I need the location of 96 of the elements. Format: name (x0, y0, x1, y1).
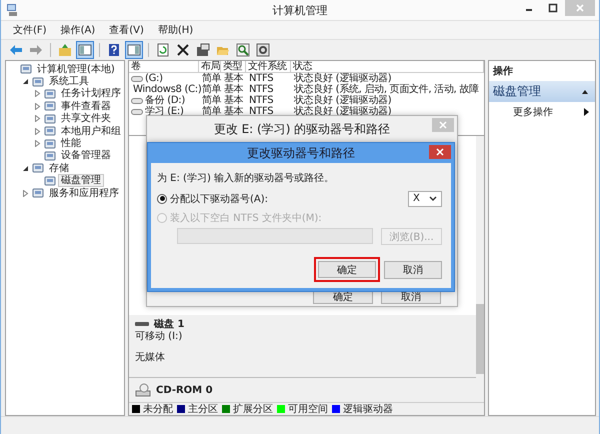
close-icon (439, 121, 447, 129)
tree-item[interactable]: 服务和应用程序 (46, 186, 122, 200)
properties-icon[interactable] (194, 41, 212, 59)
panel-icon[interactable] (76, 41, 94, 59)
collapse-arrow-icon[interactable] (22, 78, 28, 86)
dialog-title: 更改 E: (学习) 的驱动器号和路径 (214, 120, 390, 138)
menu-item[interactable]: 帮助(H) (152, 22, 200, 38)
panel-icon[interactable] (125, 41, 143, 59)
window-title: 计算机管理 (272, 2, 328, 18)
legend-label: 可用空间 (288, 402, 328, 416)
legend-label: 逻辑驱动器 (343, 402, 393, 416)
expand-arrow-icon[interactable] (22, 190, 28, 197)
drive-icon (131, 74, 143, 82)
table-cell: (G:) (145, 73, 163, 84)
tree-node-icon (44, 174, 56, 187)
legend-label: 扩展分区 (233, 402, 273, 416)
tree-item[interactable]: 系统工具 (46, 75, 92, 88)
tree-item[interactable]: 本地用户和组 (58, 124, 124, 138)
table-cell-text: NTFS (248, 95, 274, 106)
column-header[interactable]: 布局 (199, 61, 221, 72)
pane-header: 操作 (492, 64, 514, 79)
table-cell-text: NTFS (248, 73, 274, 84)
tree-node-icon (20, 63, 32, 76)
table-cell-text: 简单 (201, 106, 221, 117)
table-cell: 备份 (D:) (145, 95, 185, 106)
drive-letter-dropdown[interactable]: X (408, 190, 442, 206)
disk-info: 无媒体 (135, 352, 166, 364)
maximize-icon (548, 3, 558, 13)
table-cell-text: 基本 (223, 95, 244, 106)
column-header[interactable]: 卷 (129, 61, 199, 72)
section-header[interactable]: 磁盘管理 (489, 81, 595, 102)
tree-item[interactable]: 设备管理器 (58, 149, 114, 162)
expand-arrow-icon[interactable] (34, 140, 40, 148)
tree-node-icon (44, 100, 56, 112)
expand-arrow-icon[interactable] (34, 102, 40, 110)
table-cell-text: NTFS (248, 84, 274, 95)
cd-drive-icon (135, 383, 151, 397)
table-cell-text: 简单 (201, 95, 221, 106)
table-cell: 学习 (E:) (145, 106, 184, 117)
disk-name: CD-ROM 0 (156, 384, 213, 396)
dialog-title: 更改驱动器号和路径 (247, 144, 355, 162)
drive-icon (131, 108, 143, 116)
expand-arrow-icon[interactable] (34, 115, 40, 122)
table-cell-text: 状态良好 (逻辑驱动器) (293, 95, 392, 106)
tree-node-icon (32, 187, 44, 200)
table-cell-text: 简单 (201, 73, 221, 84)
close-button[interactable] (429, 145, 451, 159)
table-cell-text: NTFS (248, 106, 274, 117)
tree-node-icon (44, 138, 56, 150)
tree-item[interactable]: 共享文件夹 (58, 112, 114, 126)
tree-node-icon (44, 112, 56, 125)
radio-option[interactable]: 分配以下驱动器号(A): (157, 192, 268, 206)
scrollbar[interactable] (476, 136, 484, 402)
tree-item[interactable]: 计算机管理(本地) (34, 62, 118, 76)
submenu-arrow-icon (584, 108, 589, 116)
tree-item[interactable]: 事件查看器 (58, 100, 114, 113)
search-icon[interactable] (234, 41, 252, 59)
close-icon (575, 3, 585, 13)
close-icon (436, 148, 444, 156)
column-header[interactable]: 状态 (291, 61, 484, 72)
tree-node-icon (32, 76, 44, 88)
column-header[interactable]: 文件系统 (246, 61, 291, 72)
column-header[interactable]: 类型 (221, 61, 246, 72)
menu-item[interactable]: 查看(V) (103, 22, 150, 38)
table-cell-text: 状态良好 (系统, 启动, 页面文件, 活动, 故障 (293, 84, 480, 95)
legend-label: 未分配 (143, 402, 173, 416)
menu-item[interactable]: 文件(F) (7, 22, 53, 38)
tree-node-icon (44, 88, 56, 100)
collapse-arrow-icon[interactable] (22, 164, 28, 172)
dialog-prompt: 为 E: (学习) 输入新的驱动器号或路径。 (157, 172, 334, 185)
caret-icon (429, 196, 437, 201)
tree-node-icon (44, 150, 56, 162)
expand-arrow-icon[interactable] (34, 128, 40, 135)
action-link[interactable]: 更多操作 (513, 105, 553, 119)
dialog-button[interactable]: 取消 (384, 260, 442, 278)
tree-item[interactable]: 任务计划程序 (58, 87, 124, 100)
table-cell-text: 基本 (223, 84, 244, 95)
settings-icon[interactable] (254, 41, 272, 59)
drive-icon (131, 96, 143, 104)
computer-icon (6, 3, 20, 17)
expand-arrow-icon[interactable] (34, 90, 40, 98)
tree-item[interactable]: 性能 (58, 137, 84, 150)
tree-node-icon (44, 125, 56, 138)
table-cell: Windows8 (C:) (133, 84, 202, 95)
caret-icon[interactable] (581, 88, 589, 94)
legend-label: 主分区 (188, 402, 218, 416)
table-cell-text: 状态良好 (逻辑驱动器) (293, 73, 392, 84)
tree-item[interactable]: 存储 (46, 162, 72, 175)
table-cell-text: 基本 (223, 73, 244, 84)
dialog-button[interactable]: 确定 (314, 257, 380, 282)
table-cell-text: 基本 (223, 106, 244, 117)
menu-item[interactable]: 操作(A) (54, 22, 102, 38)
tree-node-icon (32, 162, 44, 174)
disk-name: 磁盘 1 (154, 318, 184, 331)
tree-item[interactable]: 磁盘管理 (58, 174, 104, 188)
disk-info: 可移动 (I:) (135, 331, 184, 343)
